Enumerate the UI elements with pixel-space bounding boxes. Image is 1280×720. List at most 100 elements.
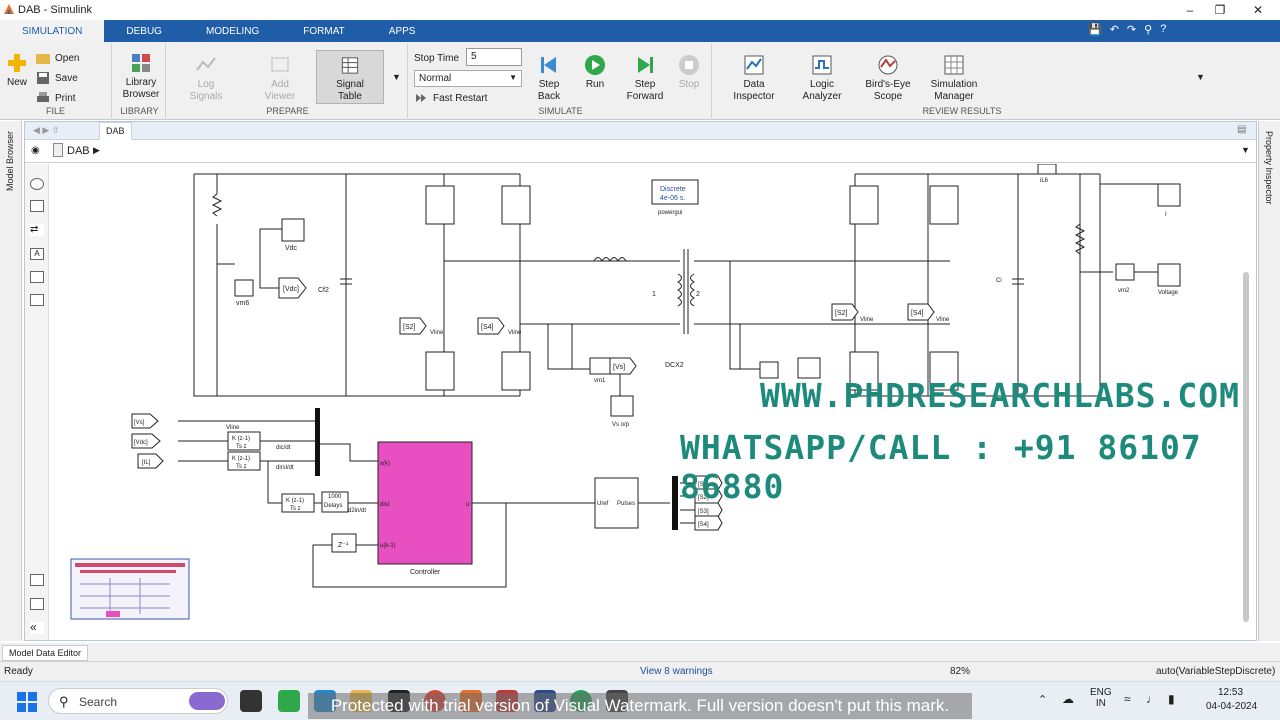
breadcrumb-arrow-icon[interactable]: ▶ [93, 145, 100, 156]
transformer-coil-icon[interactable] [676, 273, 682, 307]
scope-voltage[interactable] [1157, 263, 1181, 287]
transformer-coil-icon[interactable] [690, 273, 696, 307]
search-box[interactable]: ⚲ Search [48, 688, 228, 714]
add-viewer-icon [271, 57, 289, 72]
address-dropdown-icon[interactable]: ▼ [1241, 145, 1250, 155]
s4-from-label: [S4] [481, 324, 494, 331]
close-button[interactable]: ✕ [1240, 0, 1276, 20]
signal-table-button[interactable]: Signal Table [316, 50, 384, 104]
tab-debug[interactable]: DEBUG [104, 20, 184, 42]
explorer-toggle-icon[interactable]: ◉ [31, 145, 40, 156]
fit-to-view-icon[interactable] [30, 200, 44, 212]
scope-output[interactable] [797, 357, 821, 379]
tf-numerator: K (z-1) [286, 498, 304, 504]
arrow-tool-icon[interactable]: ⇄ [30, 224, 44, 236]
windows-start-icon[interactable] [17, 692, 37, 712]
tab-simulation[interactable]: SIMULATION [0, 20, 105, 42]
redo-icon[interactable]: ↷ [1127, 23, 1136, 36]
vdc-scope-label: Vdc [285, 245, 298, 252]
library-browser-button[interactable]: Library Browser [120, 52, 162, 101]
run-button[interactable]: Run [580, 54, 610, 91]
logic-analyzer-icon [812, 55, 832, 75]
clock-time[interactable]: 12:53 [1218, 687, 1243, 698]
volume-icon[interactable]: ♩ [1146, 692, 1158, 706]
language-indicator[interactable]: ENG IN [1090, 687, 1112, 709]
vm2-block[interactable] [1115, 263, 1135, 281]
mosfet-switch[interactable] [425, 351, 455, 391]
mosfet-switch[interactable] [849, 185, 879, 225]
step-forward-button[interactable]: Step Forward [622, 54, 668, 103]
resistor-icon[interactable] [211, 193, 223, 217]
maximize-button[interactable]: ❐ [1202, 0, 1238, 20]
properties-icon[interactable] [30, 598, 44, 610]
logic-analyzer-button[interactable]: Logic Analyzer [798, 54, 846, 103]
reference-image-annotation[interactable] [70, 558, 190, 620]
onedrive-icon[interactable]: ☁ [1062, 692, 1074, 706]
area-icon[interactable] [30, 294, 44, 306]
undo-icon[interactable]: ↶ [1110, 23, 1119, 36]
clock-date[interactable]: 04-04-2024 [1206, 701, 1257, 712]
vm1-block[interactable] [589, 357, 611, 375]
breadcrumb[interactable]: DAB [67, 145, 90, 157]
tf-denominator: Ts z [236, 464, 247, 470]
help-icon[interactable]: ? [1160, 23, 1166, 36]
tab-format[interactable]: FORMAT [281, 20, 366, 42]
fast-restart-button[interactable]: Fast Restart [414, 92, 487, 104]
hide-panel-icon[interactable]: ▤ [1237, 124, 1246, 135]
mosfet-switch[interactable] [425, 185, 455, 225]
task-view-icon[interactable] [240, 690, 262, 712]
model-tab[interactable]: DAB [99, 122, 132, 140]
scope-vs[interactable] [610, 395, 634, 417]
model-browser-panel[interactable]: Model Browser [0, 121, 22, 641]
warnings-link[interactable]: View 8 warnings [640, 666, 713, 677]
tray-chevron-icon[interactable]: ⌃ [1038, 693, 1047, 706]
mosfet-switch[interactable] [501, 185, 531, 225]
prepare-expand-icon[interactable]: ▼ [392, 72, 401, 82]
step-forward-icon [638, 57, 653, 73]
demux-bar[interactable] [672, 476, 678, 530]
simulation-manager-button[interactable]: Simulation Manager [924, 54, 984, 103]
battery-icon[interactable]: ▮ [1168, 692, 1175, 706]
collapse-palette-icon[interactable]: « [30, 621, 44, 634]
data-inspector-button[interactable]: Data Inspector [730, 54, 778, 103]
save-button[interactable]: Save [36, 72, 78, 84]
phone-watermark: WHATSAPP/CALL : +91 86107 86880 [680, 428, 1202, 506]
mosfet-switch[interactable] [501, 351, 531, 391]
add-viewer-button[interactable]: Add Viewer [260, 54, 300, 103]
open-label: Open [55, 52, 80, 64]
print-button[interactable]: Print [36, 92, 76, 104]
vm6-block[interactable] [234, 279, 254, 297]
model-browser-label[interactable]: Model Browser [5, 131, 15, 191]
tab-modeling[interactable]: MODELING [184, 20, 281, 42]
open-button[interactable]: Open [36, 52, 79, 64]
simulation-mode-select[interactable]: Normal ▼ [414, 70, 522, 87]
tab-apps[interactable]: APPS [367, 20, 438, 42]
property-inspector-label[interactable]: Property Inspector [1264, 131, 1274, 205]
mosfet-switch[interactable] [929, 185, 959, 225]
inductor-icon[interactable] [593, 257, 627, 263]
stop-time-input[interactable]: 5 [466, 48, 522, 66]
zoom-icon[interactable]: ⚲ [1144, 23, 1152, 36]
history-nav-icons[interactable]: ◀ ▶ ⇧ [33, 125, 59, 136]
wifi-icon[interactable]: ≈ [1124, 692, 1131, 706]
s2-from-label: [S2] [403, 324, 416, 331]
save-icon[interactable]: 💾 [1088, 23, 1102, 36]
stop-button[interactable]: Stop [676, 54, 702, 91]
image-icon[interactable] [30, 271, 44, 283]
scope-vdc[interactable] [281, 218, 305, 242]
model-data-editor-tab[interactable]: Model Data Editor [2, 645, 89, 661]
log-signals-button[interactable]: Log Signals [186, 54, 226, 103]
birds-eye-scope-button[interactable]: Bird's-Eye Scope [860, 54, 916, 103]
mux-bar[interactable] [315, 408, 320, 476]
scope-i[interactable] [1157, 183, 1181, 207]
step-back-button[interactable]: Step Back [532, 54, 566, 103]
zoom-icon[interactable] [30, 178, 44, 190]
property-inspector-panel[interactable]: Property Inspector [1258, 121, 1280, 641]
new-button[interactable]: New [4, 52, 30, 89]
review-expand-icon[interactable]: ▼ [1196, 72, 1205, 82]
current-measurement-block[interactable] [1037, 164, 1057, 175]
annotation-icon[interactable]: A [30, 248, 44, 260]
solver-status[interactable]: auto(VariableStepDiscrete) [1156, 666, 1275, 677]
camera-icon[interactable] [30, 574, 44, 586]
widgets-icon[interactable] [278, 690, 300, 712]
